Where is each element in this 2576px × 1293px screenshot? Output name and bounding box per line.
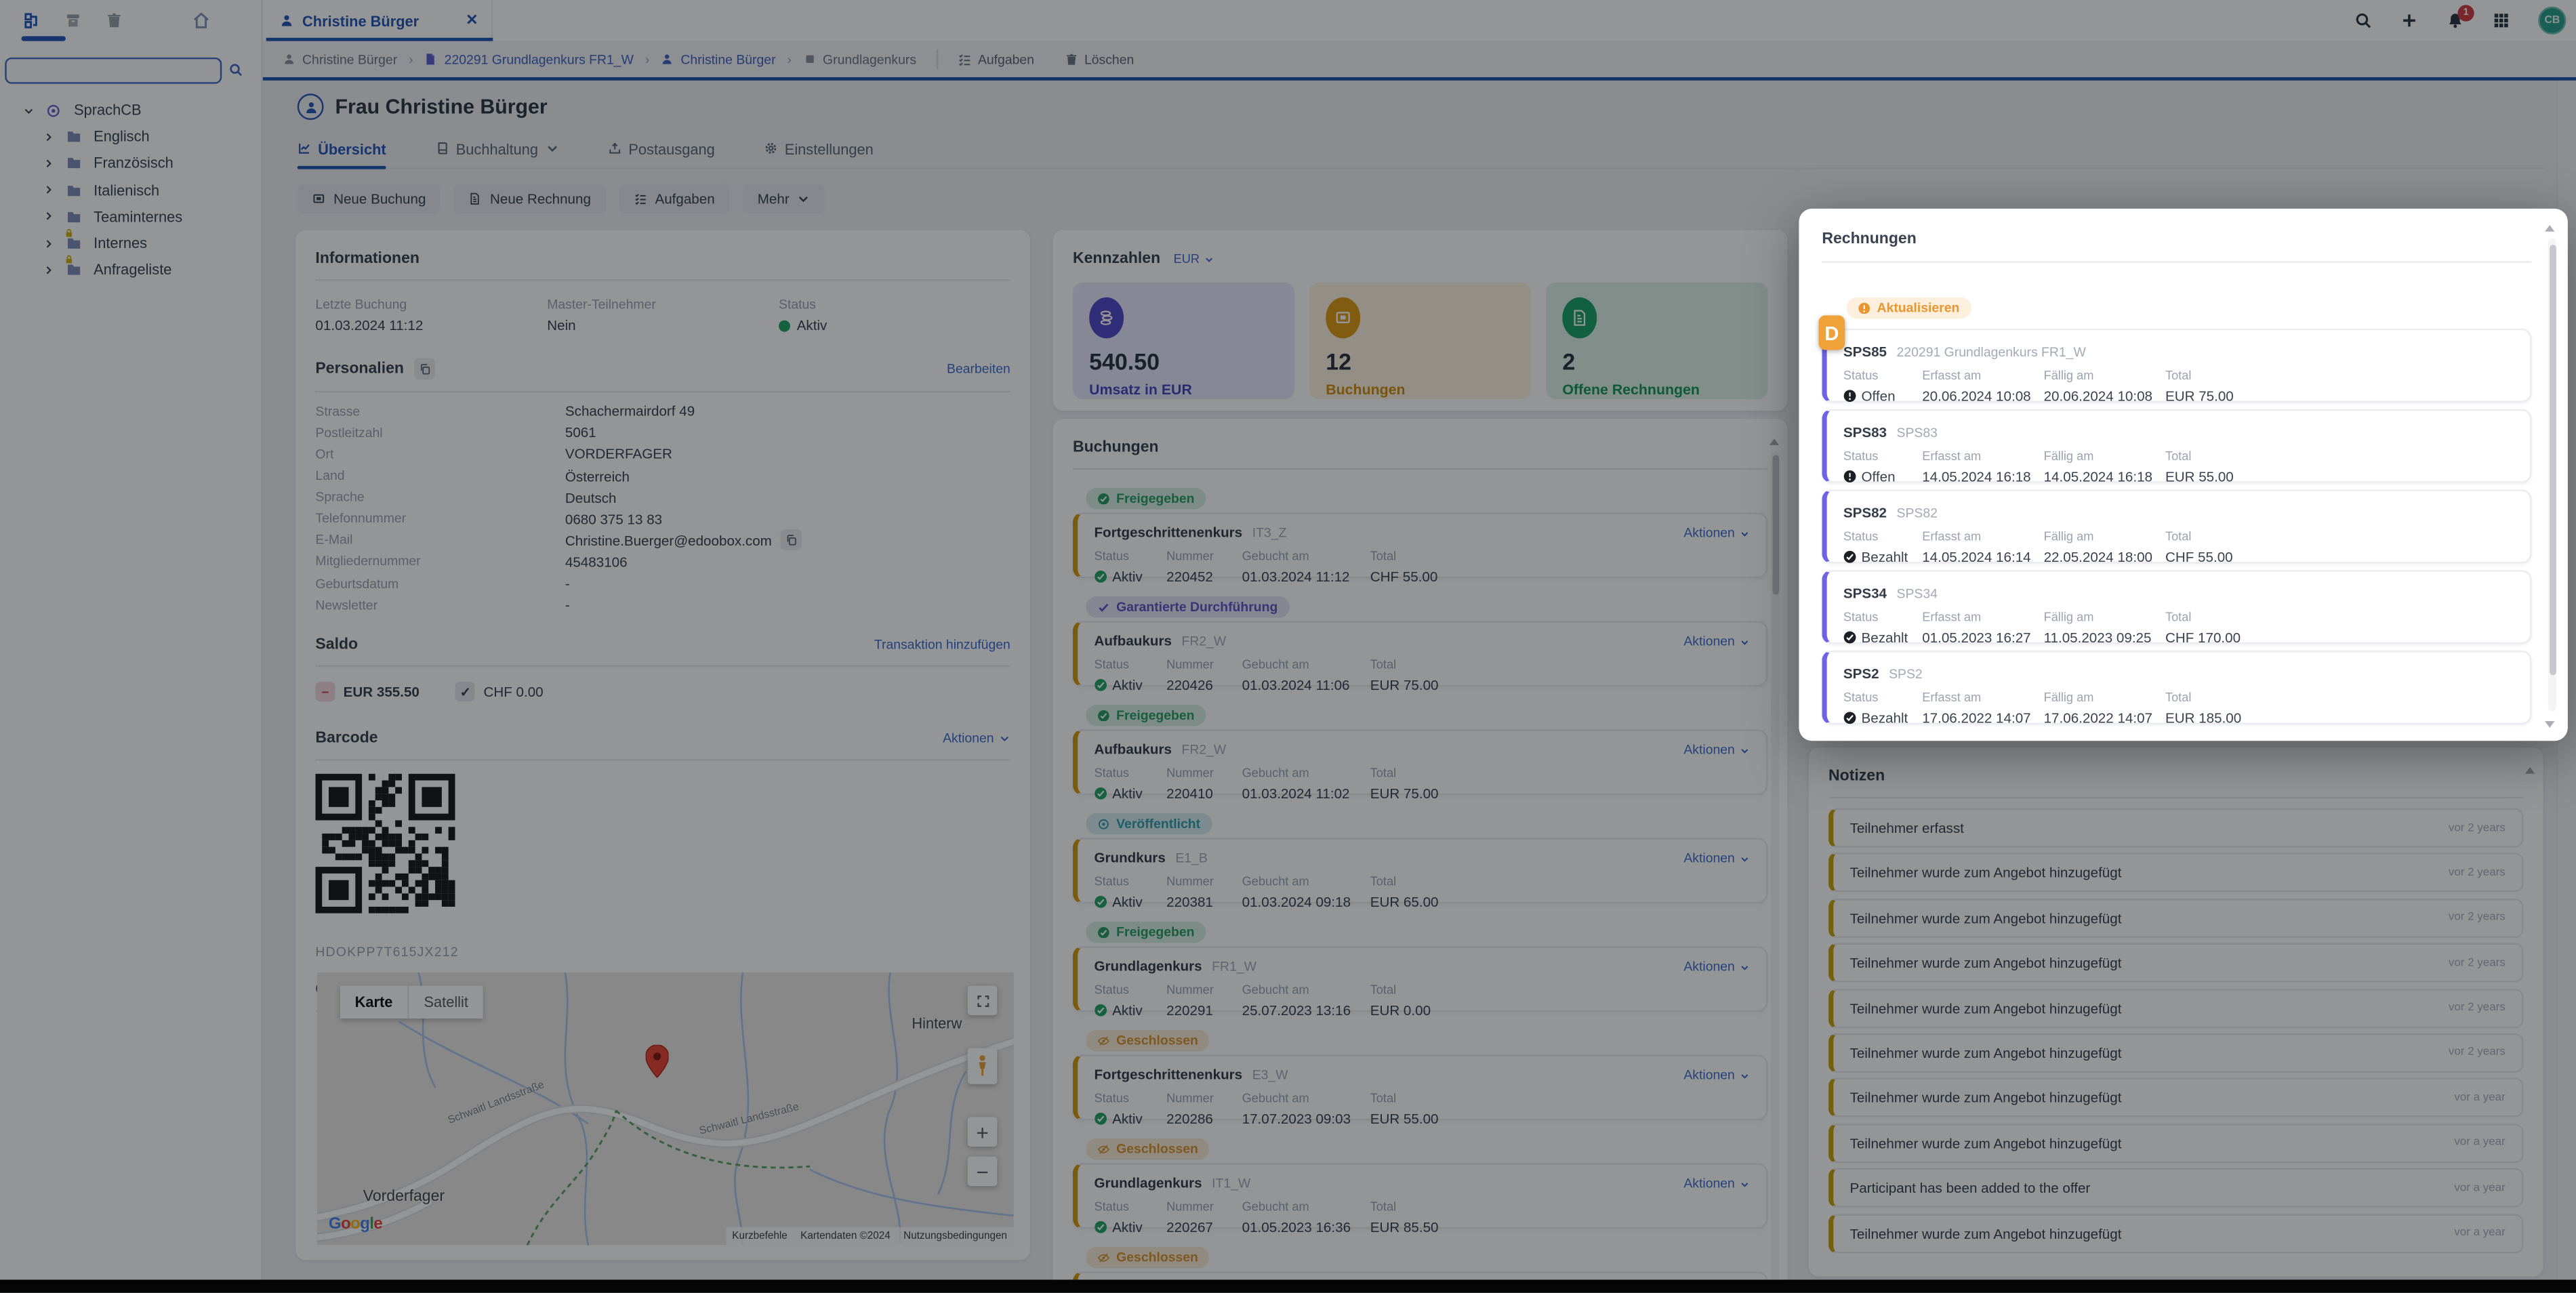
invoice-subtitle: SPS2 <box>1889 667 1923 682</box>
scroll-down-icon[interactable] <box>2545 721 2555 728</box>
rechnung-card: SPS82 SPS82 StatusBezahlt Erfasst am14.0… <box>1822 489 2531 563</box>
rechnung-card: SPS2 SPS2 StatusBezahlt Erfasst am17.06.… <box>1822 651 2531 724</box>
rechnung-item: SPS83 SPS83 StatusOffen Erfasst am14.05.… <box>1822 409 2531 483</box>
rechnung-item: SPS34 SPS34 StatusBezahlt Erfasst am01.0… <box>1822 570 2531 644</box>
bottom-edge-bar <box>0 1279 2576 1292</box>
aktualisieren-badge[interactable]: Aktualisieren <box>1847 297 1971 319</box>
rechnung-card: SPS34 SPS34 StatusBezahlt Erfasst am01.0… <box>1822 570 2531 644</box>
rechnung-item: SPS2 SPS2 StatusBezahlt Erfasst am17.06.… <box>1822 651 2531 724</box>
exclaim-circle-icon <box>1843 388 1856 401</box>
exclaim-circle-icon <box>1843 469 1856 482</box>
invoice-subtitle: 220291 Grundlagenkurs FR1_W <box>1897 345 2086 360</box>
invoice-name: SPS34 <box>1843 585 1887 601</box>
rechnung-card: SPS85 220291 Grundlagenkurs FR1_W Status… <box>1822 329 2531 403</box>
app-window: Christine Bürger ✕ 1 CB Christine Bürger… <box>0 0 2576 1293</box>
invoice-subtitle: SPS82 <box>1897 506 1938 521</box>
check-circle-icon <box>1843 630 1856 643</box>
panel-title: Rechnungen <box>1822 230 2531 248</box>
check-circle-icon <box>1843 550 1856 562</box>
rechnungen-panel: Rechnungen Aktualisieren SPS85 220291 Gr… <box>1799 209 2567 741</box>
alert-circle-icon <box>1858 302 1870 314</box>
invoice-name: SPS85 <box>1843 344 1887 360</box>
drag-marker: D <box>1818 315 1845 350</box>
check-circle-icon <box>1843 710 1856 723</box>
rechnung-card: SPS83 SPS83 StatusOffen Erfasst am14.05.… <box>1822 409 2531 483</box>
invoice-subtitle: SPS34 <box>1897 586 1938 601</box>
rechnung-item: SPS82 SPS82 StatusBezahlt Erfasst am14.0… <box>1822 489 2531 563</box>
scrollbar[interactable] <box>2548 238 2556 711</box>
rechnungen-list: SPS85 220291 Grundlagenkurs FR1_W Status… <box>1822 329 2531 724</box>
invoice-name: SPS2 <box>1843 665 1879 682</box>
scroll-up-icon[interactable] <box>2545 225 2555 232</box>
invoice-name: SPS83 <box>1843 424 1887 440</box>
invoice-name: SPS82 <box>1843 504 1887 520</box>
rechnung-item: SPS85 220291 Grundlagenkurs FR1_W Status… <box>1822 329 2531 403</box>
invoice-subtitle: SPS83 <box>1897 426 1938 440</box>
